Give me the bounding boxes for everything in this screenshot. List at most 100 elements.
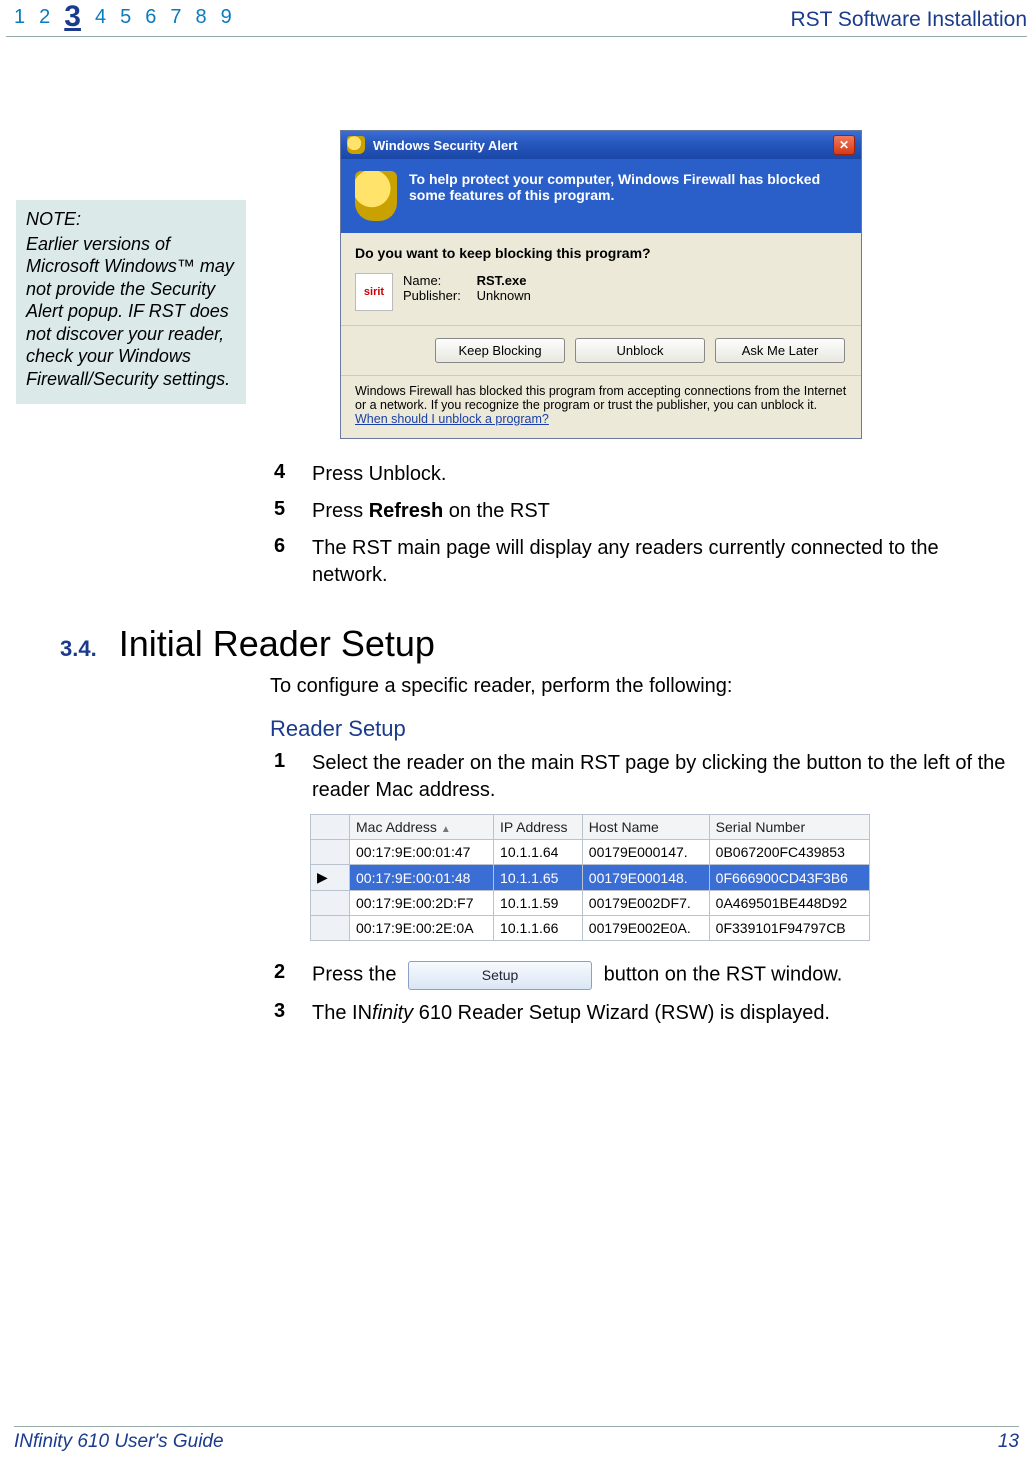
steps-upper: 4 Press Unblock. 5 Press Refresh on the … — [270, 461, 1010, 589]
chapter-1[interactable]: 1 — [14, 6, 25, 34]
cell-mac: 00:17:9E:00:01:48 — [350, 865, 494, 891]
dialog-banner: To help protect your computer, Windows F… — [341, 159, 861, 233]
footer-rule — [14, 1426, 1019, 1427]
shield-icon — [347, 136, 365, 154]
chapter-4[interactable]: 4 — [95, 6, 106, 34]
cell-ip: 10.1.1.66 — [494, 916, 583, 941]
readers-table[interactable]: Mac Address ▲ IP Address Host Name Seria… — [310, 814, 870, 941]
step-text-part: The IN — [312, 1002, 372, 1024]
chapter-3-current[interactable]: 3 — [64, 0, 81, 34]
footer-prefix: IN — [14, 1431, 33, 1452]
cell-serial: 0A469501BE448D92 — [709, 891, 869, 916]
cell-serial: 0B067200FC439853 — [709, 840, 869, 865]
step-text-italic: finity — [372, 1002, 413, 1024]
sort-asc-icon: ▲ — [441, 824, 451, 835]
cell-host: 00179E002E0A. — [582, 916, 709, 941]
row-selector-header — [311, 815, 350, 840]
unblock-help-link[interactable]: When should I unblock a program? — [355, 412, 549, 426]
step-text: The RST main page will display any reade… — [312, 535, 1010, 589]
step-text: The INfinity 610 Reader Setup Wizard (RS… — [312, 1000, 1010, 1027]
note-body: Earlier versions of Microsoft Windows™ m… — [26, 233, 236, 391]
chapter-6[interactable]: 6 — [145, 6, 156, 34]
col-ip[interactable]: IP Address — [494, 815, 583, 840]
step-text-part: button on the RST window. — [604, 964, 843, 986]
footer-suffix: 610 User's Guide — [72, 1431, 223, 1452]
row-selector-cell[interactable] — [311, 916, 350, 941]
setup-button[interactable]: Setup — [408, 961, 592, 990]
note-title: NOTE: — [26, 208, 236, 231]
row-selector-cell[interactable] — [311, 891, 350, 916]
dialog-titlebar: Windows Security Alert ✕ — [341, 131, 861, 159]
dialog-banner-text: To help protect your computer, Windows F… — [409, 171, 847, 203]
program-meta: Name: RST.exe Publisher: Unknown — [403, 273, 531, 311]
cell-ip: 10.1.1.64 — [494, 840, 583, 865]
step-text: Press Refresh on the RST — [312, 498, 1010, 525]
step-number: 4 — [274, 461, 288, 488]
header-rule — [6, 36, 1027, 37]
table-row[interactable]: 00:17:9E:00:2E:0A10.1.1.6600179E002E0A.0… — [311, 916, 870, 941]
footer-left: INfinity 610 User's Guide — [14, 1431, 224, 1453]
ask-me-later-button[interactable]: Ask Me Later — [715, 338, 845, 363]
step-text-bold: Refresh — [369, 500, 443, 522]
step-text-part: 610 Reader Setup Wizard (RSW) is display… — [413, 1002, 830, 1024]
table-header-row: Mac Address ▲ IP Address Host Name Seria… — [311, 815, 870, 840]
subheading: Reader Setup — [270, 716, 1010, 742]
chapter-2[interactable]: 2 — [39, 6, 50, 34]
dialog-footer-text: Windows Firewall has blocked this progra… — [355, 384, 846, 412]
note-callout: NOTE: Earlier versions of Microsoft Wind… — [16, 200, 246, 404]
cell-ip: 10.1.1.59 — [494, 891, 583, 916]
dialog-question: Do you want to keep blocking this progra… — [355, 245, 847, 261]
page-number: 13 — [998, 1431, 1019, 1453]
step-number: 1 — [274, 750, 288, 804]
section-heading: 3.4. Initial Reader Setup — [60, 623, 1010, 665]
cell-mac: 00:17:9E:00:2E:0A — [350, 916, 494, 941]
section-title: Initial Reader Setup — [119, 623, 435, 665]
row-selected-arrow-icon: ▶ — [317, 869, 328, 885]
dialog-footer: Windows Firewall has blocked this progra… — [341, 375, 861, 438]
step-text-part: Press — [312, 500, 369, 522]
step-number: 3 — [274, 1000, 288, 1027]
dialog-title: Windows Security Alert — [373, 138, 825, 153]
footer-italic: finity — [33, 1431, 72, 1452]
keep-blocking-button[interactable]: Keep Blocking — [435, 338, 565, 363]
program-name: RST.exe — [477, 273, 527, 288]
step-text-part: on the RST — [443, 500, 550, 522]
col-serial[interactable]: Serial Number — [709, 815, 869, 840]
step-text: Press the Setup button on the RST window… — [312, 961, 1010, 990]
table-row[interactable]: ▶ 00:17:9E:00:01:4810.1.1.6500179E000148.… — [311, 865, 870, 891]
cell-ip: 10.1.1.65 — [494, 865, 583, 891]
cell-host: 00179E000148. — [582, 865, 709, 891]
close-icon[interactable]: ✕ — [833, 135, 855, 155]
shield-large-icon — [355, 171, 397, 221]
page-footer: INfinity 610 User's Guide 13 — [0, 1418, 1033, 1453]
row-selector-cell[interactable] — [311, 840, 350, 865]
step-number: 6 — [274, 535, 288, 589]
windows-security-alert-dialog: Windows Security Alert ✕ To help protect… — [340, 130, 862, 439]
unblock-button[interactable]: Unblock — [575, 338, 705, 363]
chapter-5[interactable]: 5 — [120, 6, 131, 34]
section-running-title: RST Software Installation — [790, 8, 1027, 32]
program-icon: sirit — [355, 273, 393, 311]
cell-serial: 0F339101F94797CB — [709, 916, 869, 941]
row-selector-cell[interactable]: ▶ — [311, 865, 350, 891]
chapter-9[interactable]: 9 — [221, 6, 232, 34]
section-intro: To configure a specific reader, perform … — [270, 675, 1010, 698]
content-column: Windows Security Alert ✕ To help protect… — [270, 130, 1010, 1037]
cell-host: 00179E002DF7. — [582, 891, 709, 916]
step-text: Select the reader on the main RST page b… — [312, 750, 1010, 804]
col-mac[interactable]: Mac Address ▲ — [350, 815, 494, 840]
cell-mac: 00:17:9E:00:2D:F7 — [350, 891, 494, 916]
chapter-7[interactable]: 7 — [170, 6, 181, 34]
col-host[interactable]: Host Name — [582, 815, 709, 840]
step-number: 5 — [274, 498, 288, 525]
table-row[interactable]: 00:17:9E:00:2D:F710.1.1.5900179E002DF7.0… — [311, 891, 870, 916]
publisher-label: Publisher: — [403, 288, 473, 303]
table-row[interactable]: 00:17:9E:00:01:4710.1.1.6400179E000147.0… — [311, 840, 870, 865]
cell-mac: 00:17:9E:00:01:47 — [350, 840, 494, 865]
step-text-part: Press the — [312, 964, 402, 986]
chapter-8[interactable]: 8 — [195, 6, 206, 34]
name-label: Name: — [403, 273, 473, 288]
cell-host: 00179E000147. — [582, 840, 709, 865]
step-number: 2 — [274, 961, 288, 990]
publisher-value: Unknown — [477, 288, 531, 303]
